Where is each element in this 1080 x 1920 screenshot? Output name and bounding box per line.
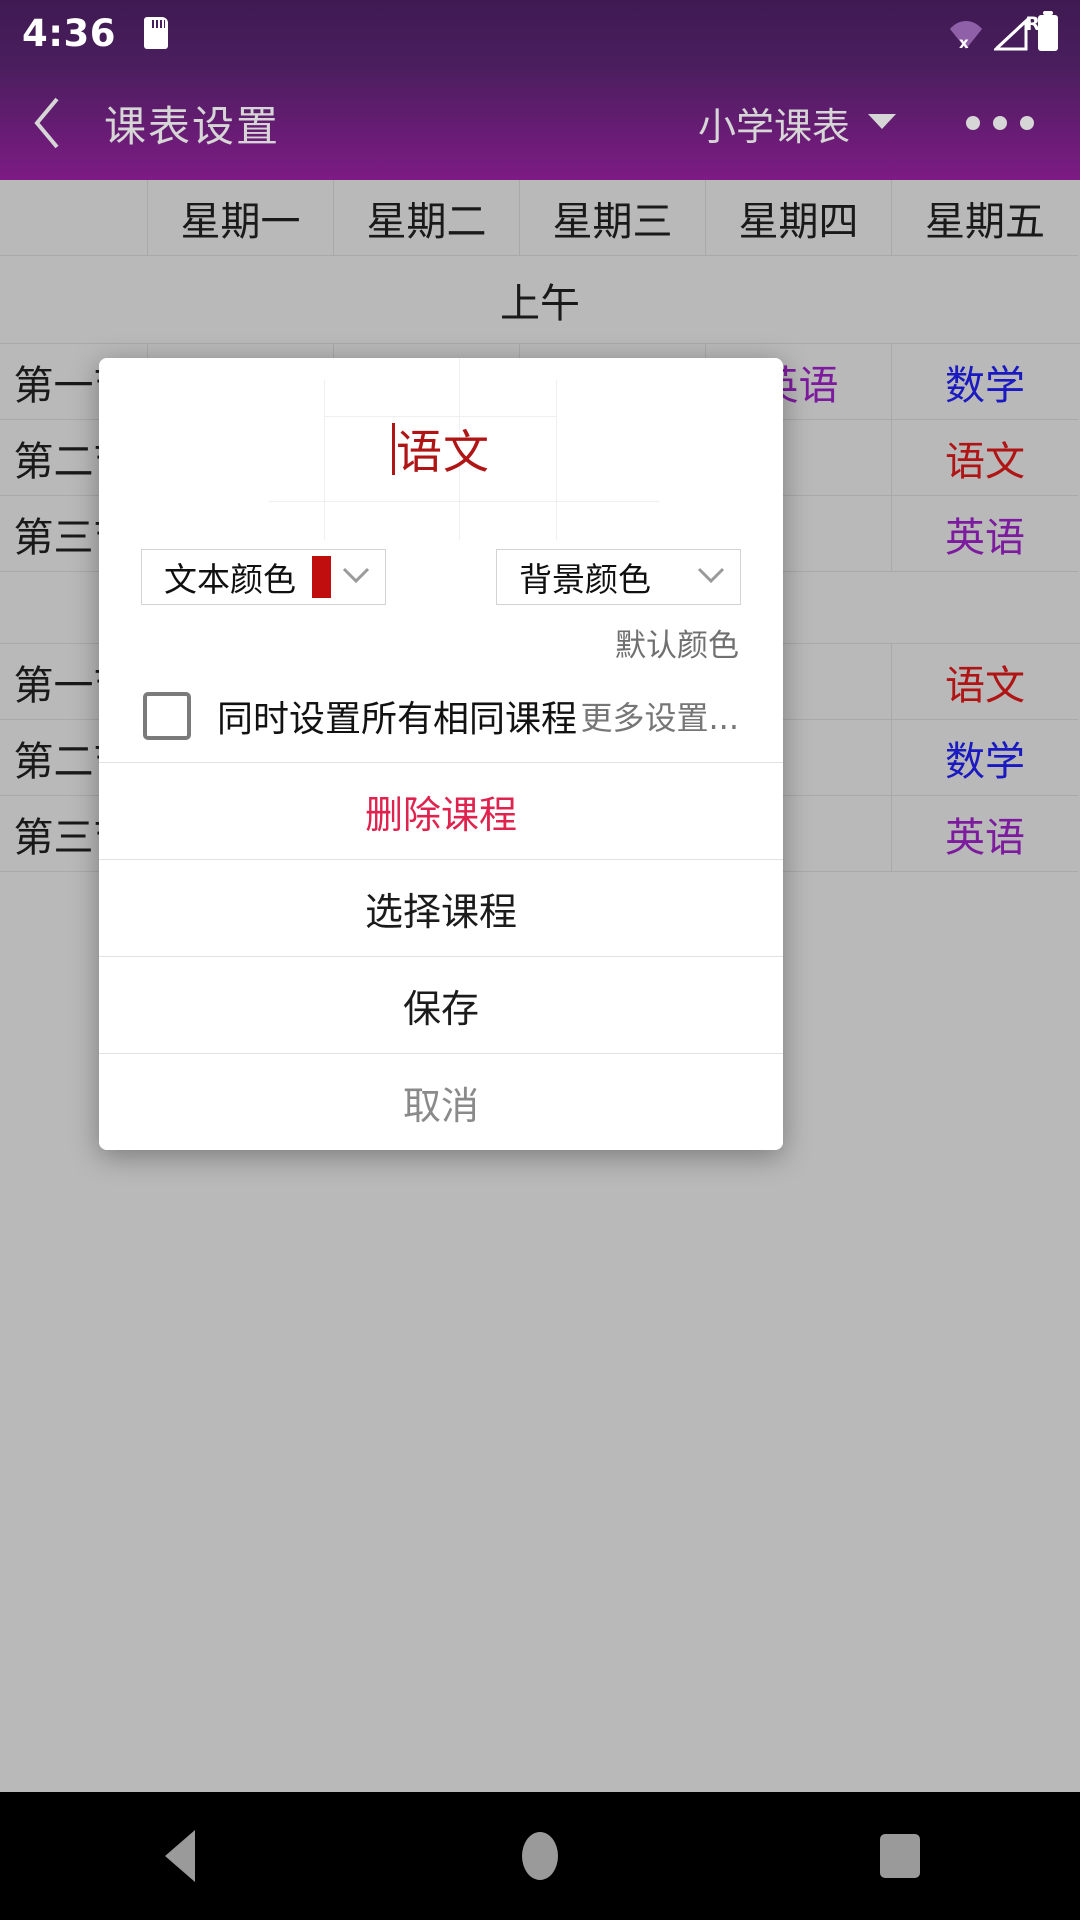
timetable-day-header: 星期二	[334, 180, 520, 256]
text-color-label: 文本颜色	[164, 560, 296, 599]
nav-recents-button[interactable]	[840, 1792, 960, 1920]
timetable-cell[interactable]: 英语	[892, 496, 1078, 572]
timetable-cell[interactable]: 数学	[892, 344, 1078, 420]
wifi-off-icon: x	[948, 17, 984, 51]
chevron-left-icon	[34, 97, 59, 149]
timetable-cell[interactable]: 英语	[892, 796, 1078, 872]
sd-card-icon	[144, 17, 169, 49]
chevron-down-icon	[696, 566, 726, 588]
page-title: 课表设置	[104, 101, 281, 151]
timetable-section-label: 上午	[0, 256, 1080, 344]
course-name-value: 语文	[396, 425, 490, 479]
battery-full-icon	[1038, 11, 1058, 51]
color-controls-row: 文本颜色 背景颜色	[99, 540, 783, 614]
schedule-name-label: 小学课表	[697, 104, 850, 149]
signal-no-service-icon: R	[992, 13, 1040, 51]
same-course-checkbox[interactable]	[143, 692, 191, 740]
status-time: 4:36	[22, 11, 117, 55]
delete-course-button[interactable]: 删除课程	[99, 763, 783, 859]
default-color-label[interactable]: 默认颜色	[615, 620, 739, 665]
schedule-selector[interactable]: 小学课表	[698, 96, 896, 151]
chevron-down-icon	[341, 566, 371, 588]
preview-gridline	[556, 380, 557, 540]
nav-home-button[interactable]	[480, 1792, 600, 1920]
text-color-select[interactable]: 文本颜色	[141, 549, 386, 605]
more-horizontal-icon	[993, 116, 1007, 130]
back-button[interactable]	[0, 93, 96, 153]
save-button[interactable]: 保存	[99, 957, 783, 1053]
text-cursor	[392, 423, 395, 475]
timetable-day-header: 星期五	[892, 180, 1078, 256]
timetable-cell[interactable]	[0, 180, 148, 256]
cancel-button[interactable]: 取消	[99, 1054, 783, 1150]
triangle-back-icon	[165, 1830, 195, 1882]
caret-down-icon	[868, 112, 896, 134]
timetable-day-header: 星期一	[148, 180, 334, 256]
timetable-cell[interactable]: 语文	[892, 644, 1078, 720]
preview-gridline	[324, 380, 325, 540]
background-color-select[interactable]: 背景颜色	[496, 549, 741, 605]
course-edit-dialog: 语文 文本颜色 背景颜色 默认颜色 同时设置所有相同课程 更多设置... 删除课…	[99, 358, 783, 1150]
select-course-button[interactable]: 选择课程	[99, 860, 783, 956]
timetable-cell[interactable]: 语文	[892, 420, 1078, 496]
timetable-cell[interactable]: 数学	[892, 720, 1078, 796]
phone-screen: 4:36 x R 课表设置 小学课表 星期一 星期二 星期三 星期四 星期五 上…	[0, 0, 1080, 1920]
background-color-label: 背景颜色	[519, 560, 651, 599]
timetable-header-row: 星期一 星期二 星期三 星期四 星期五	[0, 180, 1080, 256]
preview-gridline	[269, 501, 659, 502]
nav-back-button[interactable]	[120, 1792, 240, 1920]
square-recents-icon	[880, 1834, 920, 1878]
text-color-swatch	[312, 556, 331, 598]
timetable-day-header: 星期四	[706, 180, 892, 256]
same-course-label[interactable]: 同时设置所有相同课程	[217, 690, 577, 742]
app-bar: 课表设置 小学课表	[0, 66, 1080, 180]
android-nav-bar	[0, 1792, 1080, 1920]
more-horizontal-icon	[966, 116, 980, 130]
circle-home-icon	[522, 1832, 558, 1880]
status-bar: 4:36 x R	[0, 0, 1080, 66]
course-name-value-wrap: 语文	[392, 416, 490, 482]
more-horizontal-icon	[1020, 116, 1034, 130]
timetable-day-header: 星期三	[520, 180, 706, 256]
default-color-row: 默认颜色	[99, 614, 783, 670]
overflow-menu-button[interactable]	[966, 116, 1034, 130]
svg-text:x: x	[959, 34, 969, 51]
status-icons-group: x R	[948, 11, 1058, 51]
same-course-row: 同时设置所有相同课程 更多设置...	[99, 670, 783, 762]
more-settings-link[interactable]: 更多设置...	[580, 693, 739, 739]
course-name-input[interactable]: 语文	[99, 358, 783, 540]
